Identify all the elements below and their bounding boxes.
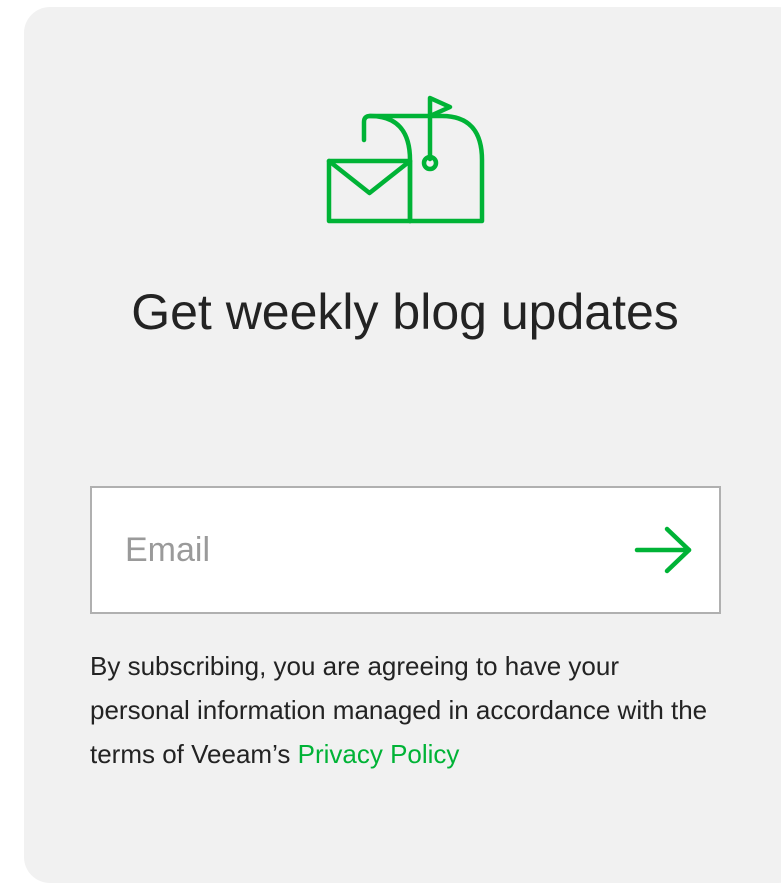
privacy-policy-link[interactable]: Privacy Policy [298, 739, 460, 769]
email-field[interactable] [92, 488, 612, 612]
subscribe-form [90, 486, 721, 614]
newsletter-card: Get weekly blog updates By subscribing, … [24, 7, 781, 883]
mailbox-icon [326, 95, 485, 224]
submit-button[interactable] [631, 520, 697, 580]
consent-text: By subscribing, you are agreeing to have… [90, 644, 710, 776]
arrow-right-icon [634, 526, 692, 574]
page-title: Get weekly blog updates [131, 284, 679, 340]
